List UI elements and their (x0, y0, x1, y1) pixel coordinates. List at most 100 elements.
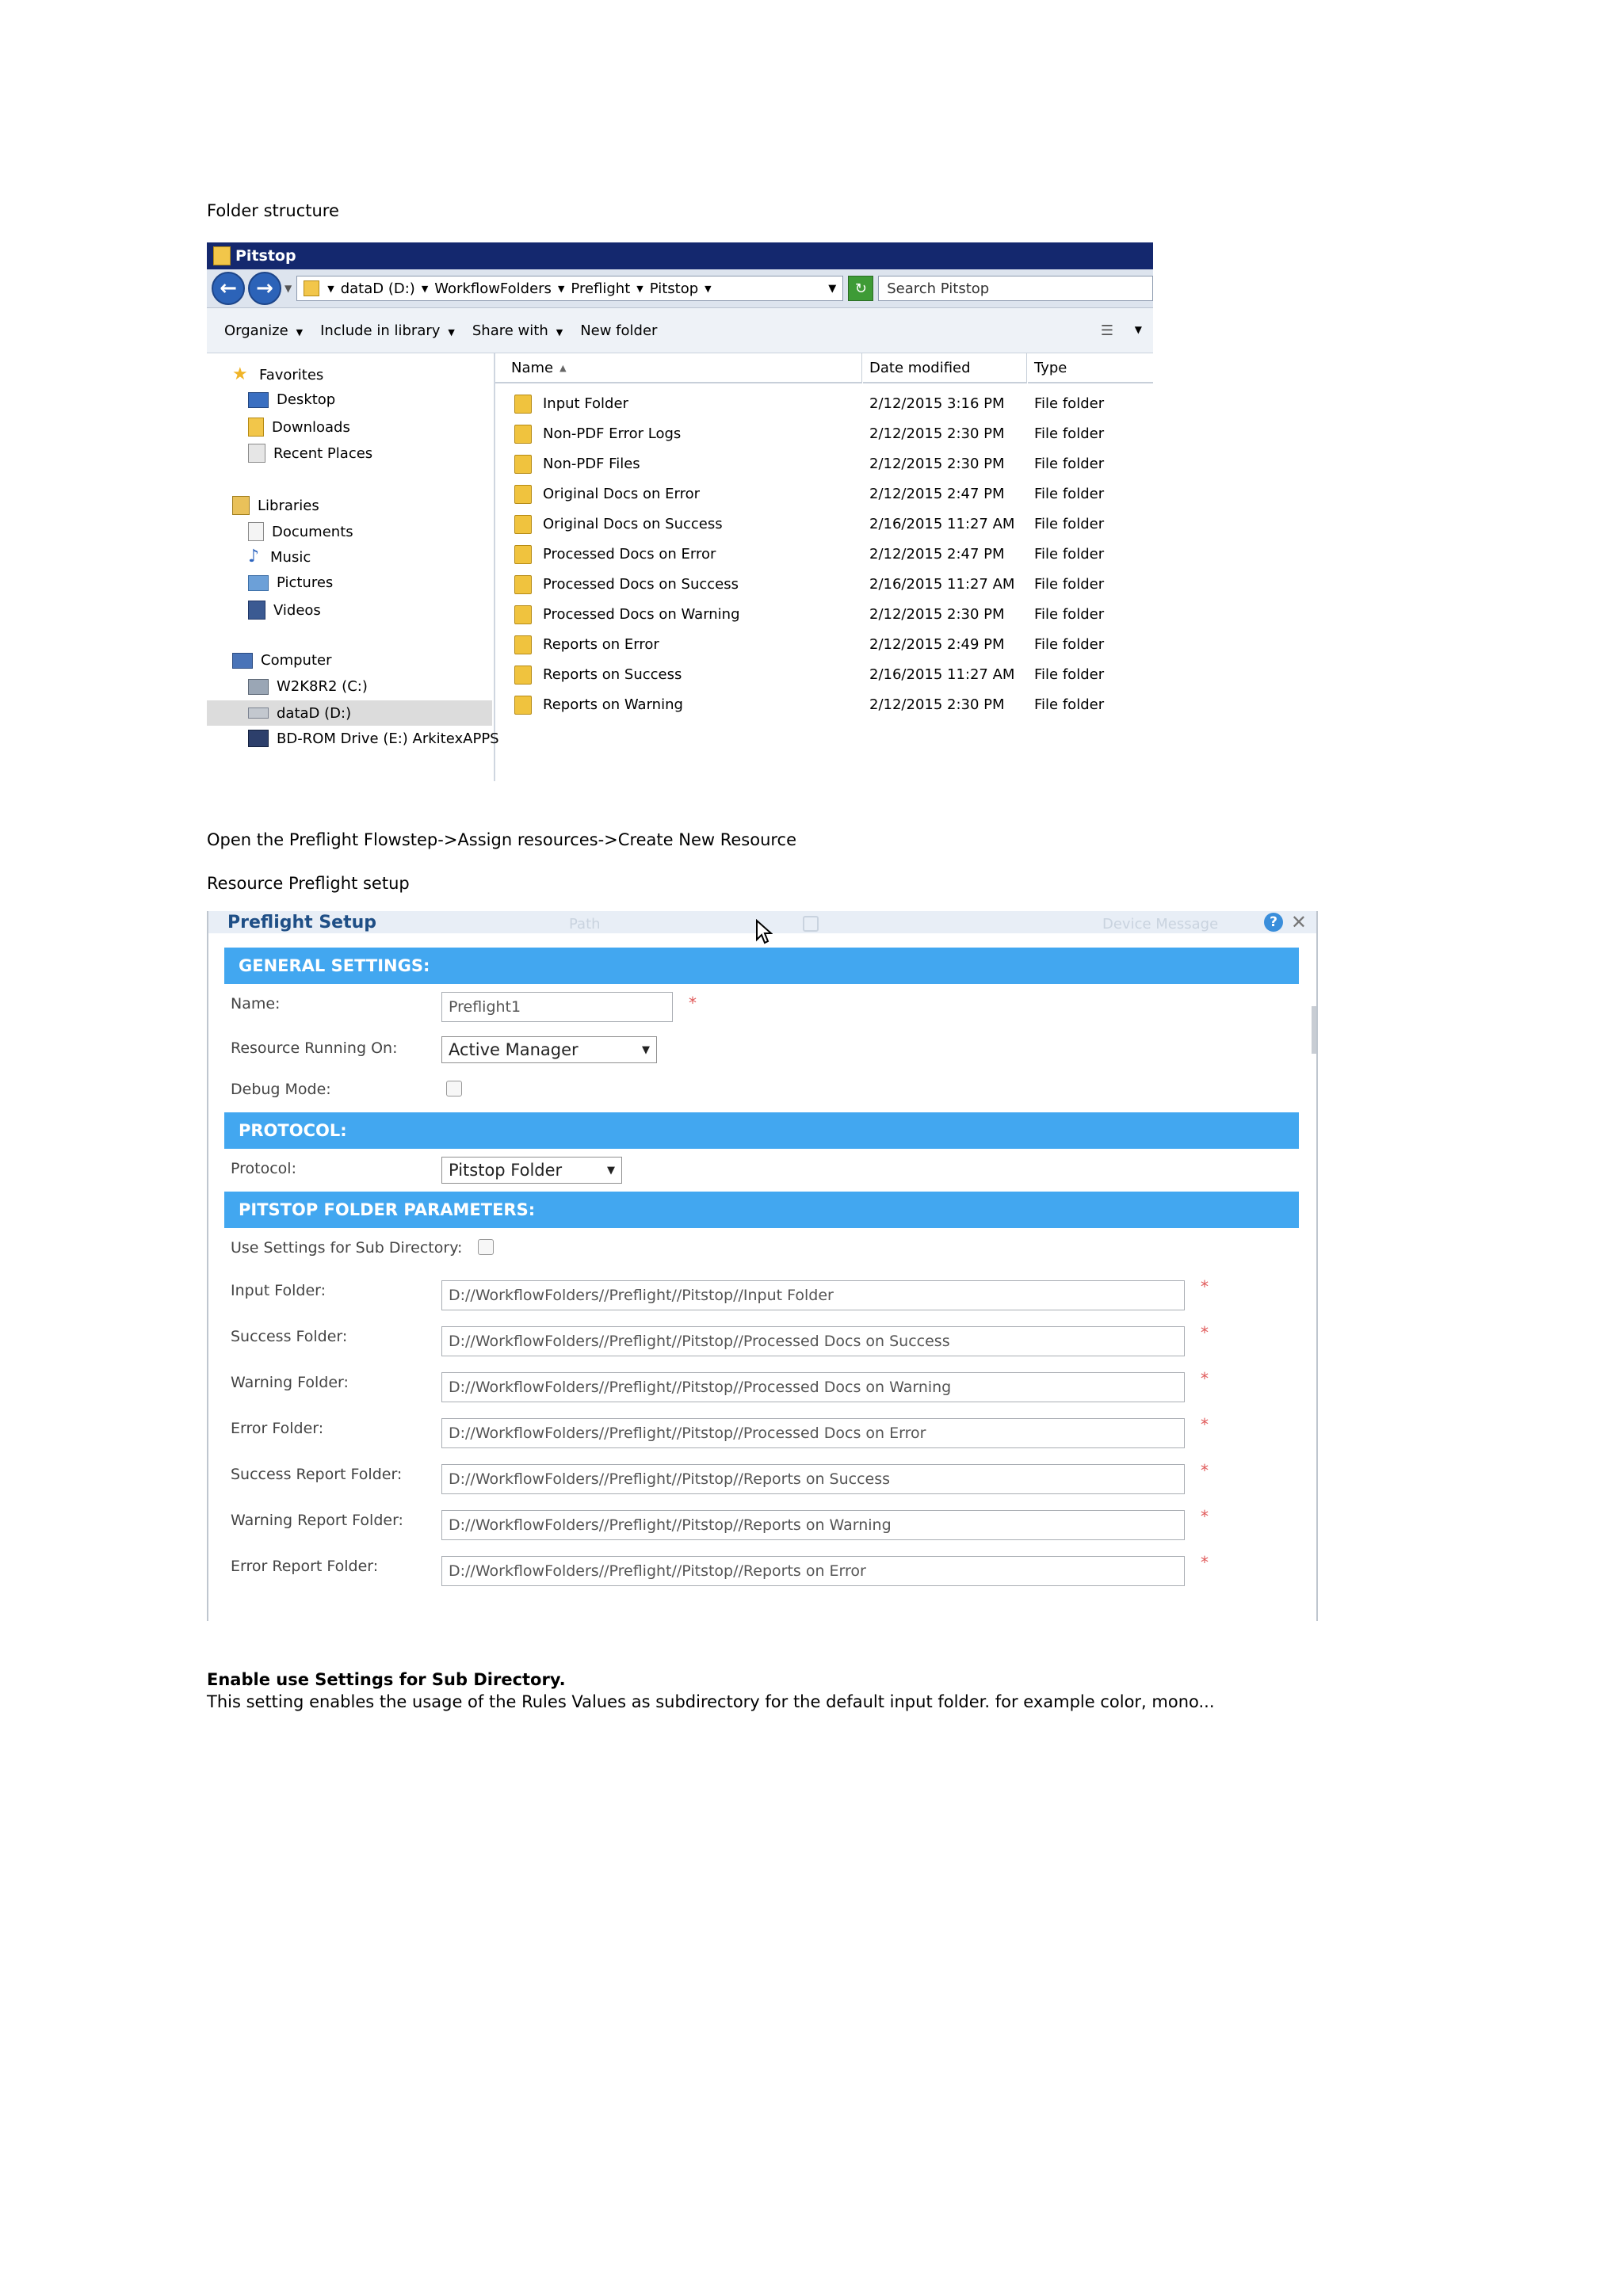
close-icon[interactable]: ✕ (1291, 911, 1307, 933)
folder-path-input[interactable]: D://WorkflowFolders//Preflight//Pitstop/… (441, 1510, 1185, 1540)
file-type: File folder (1034, 546, 1105, 563)
file-row[interactable]: Processed Docs on Warning 2/12/2015 2:30 … (495, 599, 1153, 629)
folder-path-input[interactable]: D://WorkflowFolders//Preflight//Pitstop/… (441, 1418, 1185, 1448)
help-icon[interactable]: ? (1264, 913, 1283, 932)
folder-icon (514, 395, 532, 414)
documents-icon (248, 522, 264, 541)
view-options-icon[interactable]: ☰ (1101, 322, 1113, 339)
file-type: File folder (1034, 395, 1105, 412)
column-header-date-modified[interactable]: Date modified (863, 353, 1026, 383)
use-sub-directory-label: Use Settings for Sub Directory: (231, 1239, 463, 1257)
file-row[interactable]: Processed Docs on Error 2/12/2015 2:47 PM… (495, 539, 1153, 569)
file-row[interactable]: Non-PDF Error Logs 2/12/2015 2:30 PM File … (495, 418, 1153, 448)
file-row[interactable]: Reports on Success 2/16/2015 11:27 AM File… (495, 659, 1153, 689)
running-on-select[interactable]: Active Manager ▼ (441, 1036, 657, 1063)
protocol-select[interactable]: Pitstop Folder ▼ (441, 1157, 622, 1184)
nav-computer[interactable]: Computer (232, 652, 331, 669)
file-date-modified: 2/12/2015 2:30 PM (869, 425, 1005, 442)
name-input[interactable]: Preflight1 (441, 992, 673, 1022)
file-name: Reports on Error (543, 636, 659, 653)
nav-videos[interactable]: Videos (248, 601, 321, 620)
forward-icon[interactable]: → (248, 272, 281, 305)
debug-mode-checkbox[interactable] (446, 1081, 462, 1097)
nav-desktop[interactable]: Desktop (248, 391, 335, 408)
folder-path-input[interactable]: D://WorkflowFolders//Preflight//Pitstop/… (441, 1464, 1185, 1494)
use-sub-directory-checkbox[interactable] (478, 1239, 494, 1255)
nav-music[interactable]: ♪ Music (248, 548, 311, 566)
chevron-down-icon[interactable]: ▼ (422, 284, 428, 294)
folder-icon (213, 246, 231, 265)
column-separator[interactable] (1026, 353, 1027, 383)
address-dropdown-icon[interactable]: ▼ (828, 283, 836, 295)
nav-label: W2K8R2 (C:) (277, 678, 368, 695)
resource-caption: Resource Preflight setup (207, 874, 410, 893)
folder-path-input[interactable]: D://WorkflowFolders//Preflight//Pitstop/… (441, 1326, 1185, 1356)
nav-drive-d[interactable]: dataD (D:) (207, 700, 492, 726)
column-header-type[interactable]: Type (1028, 353, 1153, 383)
include-in-library-button[interactable]: Include in library ▼ (320, 322, 455, 339)
share-with-button[interactable]: Share with ▼ (472, 322, 563, 339)
folder-label: Warning Folder: (231, 1374, 349, 1391)
nav-downloads[interactable]: Downloads (248, 418, 350, 437)
mouse-cursor-icon (756, 919, 773, 944)
breadcrumb-item[interactable]: dataD (D:) (341, 280, 415, 297)
nav-libraries[interactable]: Libraries (232, 496, 319, 515)
breadcrumb-item[interactable]: Pitstop (650, 280, 698, 297)
refresh-icon[interactable]: ↻ (848, 276, 874, 301)
file-date-modified: 2/12/2015 3:16 PM (869, 395, 1005, 412)
lock-icon (803, 916, 819, 932)
breadcrumb-item[interactable]: WorkflowFolders (434, 280, 552, 297)
nav-favorites[interactable]: ★ Favorites (232, 366, 323, 383)
folder-path-input[interactable]: D://WorkflowFolders//Preflight//Pitstop/… (441, 1372, 1185, 1402)
breadcrumb-item[interactable]: Preflight (571, 280, 630, 297)
file-name: Reports on Warning (543, 696, 683, 713)
nav-drive-e[interactable]: BD-ROM Drive (E:) ArkitexAPPS (248, 730, 499, 747)
file-type: File folder (1034, 696, 1105, 713)
folder-path-input[interactable]: D://WorkflowFolders//Preflight//Pitstop/… (441, 1280, 1185, 1310)
file-row[interactable]: Non-PDF Files 2/12/2015 2:30 PM File folde… (495, 448, 1153, 479)
file-row[interactable]: Reports on Warning 2/12/2015 2:30 PM File … (495, 689, 1153, 719)
chevron-down-icon[interactable]: ▼ (327, 284, 334, 294)
file-row[interactable]: Original Docs on Error 2/12/2015 2:47 PM F… (495, 479, 1153, 509)
scrollbar-thumb[interactable] (1312, 1006, 1316, 1054)
running-on-value: Active Manager (449, 1040, 579, 1059)
file-name: Original Docs on Success (543, 516, 723, 532)
column-separator[interactable] (861, 353, 862, 383)
recent-places-icon (248, 444, 265, 463)
organize-button[interactable]: Organize ▼ (224, 322, 303, 339)
chevron-down-icon: ▼ (448, 326, 455, 338)
required-marker: * (1201, 1369, 1209, 1388)
command-bar: Organize ▼ Include in library ▼ Share with… (207, 308, 1153, 353)
chevron-down-icon[interactable]: ▼ (1135, 324, 1142, 335)
folder-icon (514, 605, 532, 624)
chevron-down-icon[interactable]: ▼ (636, 284, 643, 294)
file-row[interactable]: Processed Docs on Success 2/16/2015 11:27… (495, 569, 1153, 599)
search-input[interactable]: Search Pitstop (878, 276, 1153, 301)
required-marker: * (1201, 1507, 1209, 1526)
music-icon: ♪ (248, 547, 260, 566)
file-name: Input Folder (543, 395, 628, 412)
folder-path-input[interactable]: D://WorkflowFolders//Preflight//Pitstop/… (441, 1556, 1185, 1586)
back-icon[interactable]: ← (212, 272, 245, 305)
chevron-down-icon[interactable]: ▼ (558, 284, 564, 294)
file-row[interactable]: Original Docs on Success 2/16/2015 11:27 … (495, 509, 1153, 539)
system-drive-icon (248, 678, 269, 695)
nav-pictures[interactable]: Pictures (248, 574, 333, 591)
history-dropdown-icon[interactable]: ▼ (285, 283, 292, 294)
star-icon: ★ (232, 364, 248, 384)
folder-icon (514, 455, 532, 474)
address-bar[interactable]: ▼ dataD (D:) ▼ WorkflowFolders ▼ Preflig… (296, 276, 844, 301)
nav-recent-places[interactable]: Recent Places (248, 444, 372, 463)
address-row: ← → ▼ ▼ dataD (D:) ▼ WorkflowFolders ▼ P… (207, 269, 1153, 308)
file-type: File folder (1034, 456, 1105, 472)
file-name: Processed Docs on Success (543, 576, 739, 593)
nav-drive-c[interactable]: W2K8R2 (C:) (248, 678, 368, 695)
required-marker: * (689, 994, 697, 1013)
new-folder-button[interactable]: New folder (580, 322, 657, 339)
chevron-down-icon[interactable]: ▼ (705, 284, 711, 294)
file-row[interactable]: Reports on Error 2/12/2015 2:49 PM File fo… (495, 629, 1153, 659)
background-tab-path: Path (569, 916, 601, 933)
file-row[interactable]: Input Folder 2/12/2015 3:16 PM File folder (495, 388, 1153, 418)
column-header-name[interactable]: Name ▲ (495, 353, 861, 383)
nav-documents[interactable]: Documents (248, 522, 353, 541)
